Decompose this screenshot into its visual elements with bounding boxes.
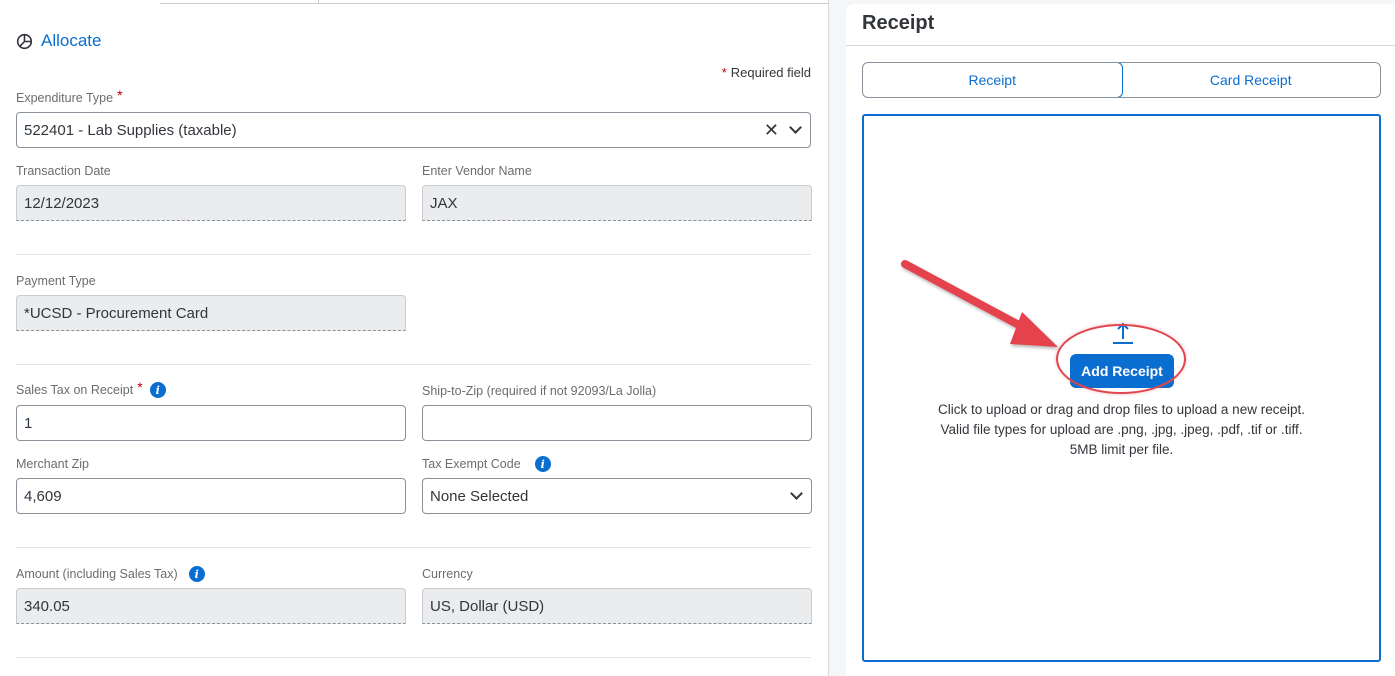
tax-exempt-code-select[interactable]: None Selected bbox=[422, 478, 812, 514]
tax-exempt-code-label: Tax Exempt Code i bbox=[422, 456, 551, 472]
section-divider bbox=[16, 547, 811, 548]
chevron-down-icon[interactable] bbox=[789, 121, 802, 134]
vendor-name-field: JAX bbox=[422, 185, 812, 221]
expenditure-type-select[interactable]: 522401 - Lab Supplies (taxable) ✕ bbox=[16, 112, 811, 148]
expense-form-panel: Allocate * Required field Expenditure Typ… bbox=[0, 0, 829, 676]
ship-to-zip-label: Ship-to-Zip (required if not 92093/La Jo… bbox=[422, 384, 657, 398]
allocate-label: Allocate bbox=[41, 31, 102, 50]
merchant-zip-input[interactable]: 4,609 bbox=[16, 478, 406, 514]
section-divider bbox=[16, 254, 811, 255]
required-field-note: * Required field bbox=[721, 65, 811, 80]
pie-chart-icon bbox=[16, 33, 33, 50]
sales-tax-label: Sales Tax on Receipt * i bbox=[16, 379, 166, 398]
chevron-down-icon[interactable] bbox=[790, 487, 803, 500]
clear-icon[interactable]: ✕ bbox=[764, 121, 779, 139]
section-divider bbox=[16, 364, 811, 365]
currency-label: Currency bbox=[422, 567, 473, 581]
info-icon[interactable]: i bbox=[188, 566, 205, 582]
section-divider bbox=[16, 657, 811, 658]
info-icon[interactable]: i bbox=[534, 456, 551, 472]
currency-field: US, Dollar (USD) bbox=[422, 588, 812, 624]
amount-label: Amount (including Sales Tax) i bbox=[16, 566, 205, 582]
receipt-dropzone[interactable]: Add Receipt Click to upload or drag and … bbox=[862, 114, 1381, 662]
merchant-zip-label: Merchant Zip bbox=[16, 457, 89, 471]
tab-card-receipt[interactable]: Card Receipt bbox=[1122, 63, 1381, 97]
receipt-title: Receipt bbox=[862, 12, 935, 34]
transaction-date-label: Transaction Date bbox=[16, 164, 111, 178]
ship-to-zip-input[interactable] bbox=[422, 405, 812, 441]
payment-type-label: Payment Type bbox=[16, 274, 96, 288]
transaction-date-field: 12/12/2023 bbox=[16, 185, 406, 221]
expenditure-type-label: Expenditure Type * bbox=[16, 87, 123, 105]
receipt-segmented-control: Receipt Card Receipt bbox=[862, 62, 1381, 98]
add-receipt-button[interactable]: Add Receipt bbox=[1070, 354, 1174, 388]
receipt-panel: Receipt Receipt Card Receipt Add Receipt… bbox=[846, 4, 1395, 676]
top-tab-strip bbox=[160, 0, 829, 4]
payment-type-field: *UCSD - Procurement Card bbox=[16, 295, 406, 331]
upload-icon bbox=[1110, 320, 1136, 346]
header-divider bbox=[846, 45, 1395, 46]
tab-receipt[interactable]: Receipt bbox=[863, 63, 1123, 97]
allocate-link[interactable]: Allocate bbox=[16, 31, 101, 51]
sales-tax-input[interactable]: 1 bbox=[16, 405, 406, 441]
upload-instructions: Click to upload or drag and drop files t… bbox=[938, 402, 1305, 457]
amount-field: 340.05 bbox=[16, 588, 406, 624]
info-icon[interactable]: i bbox=[149, 382, 166, 398]
vendor-name-label: Enter Vendor Name bbox=[422, 164, 532, 178]
